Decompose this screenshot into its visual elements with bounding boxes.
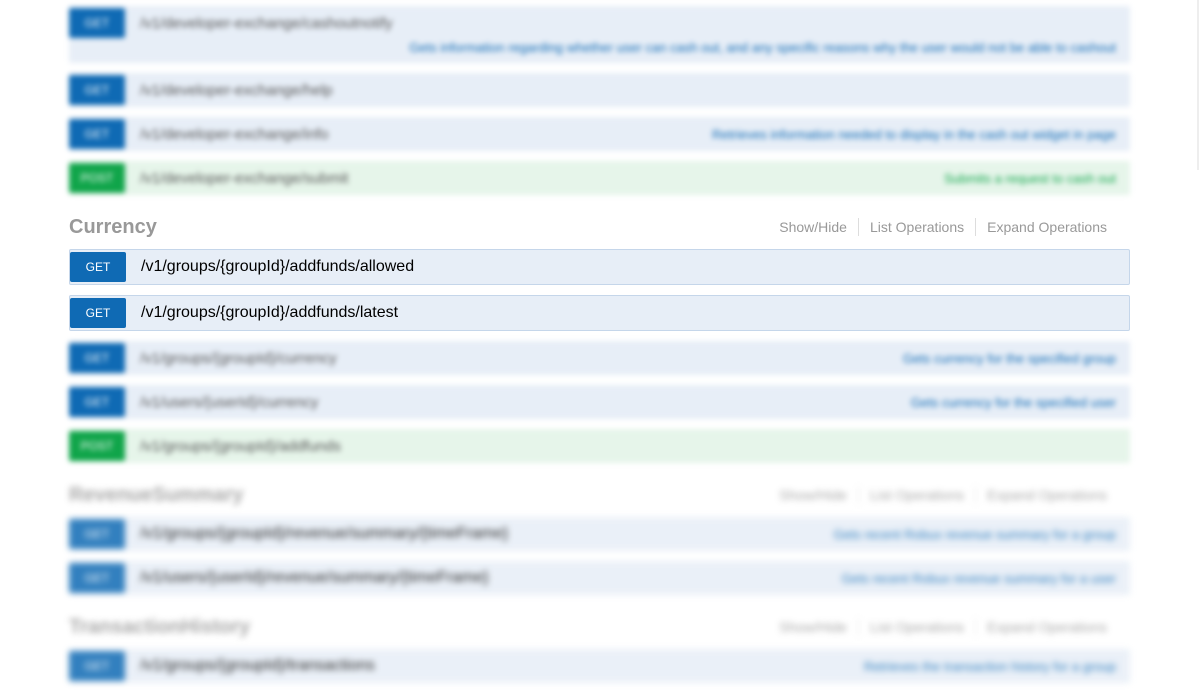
api-docs-page: GET /v1/developer-exchange/cashoutnotify…	[69, 0, 1130, 693]
section-links: Show/Hide List Operations Expand Operati…	[768, 618, 1118, 636]
method-badge-get: GET	[69, 563, 125, 593]
show-hide-link[interactable]: Show/Hide	[768, 487, 858, 503]
operation-description: Gets information regarding whether user …	[409, 40, 1116, 55]
method-badge-post: POST	[69, 163, 125, 193]
operation-path[interactable]: /v1/groups/{groupId}/addfunds	[140, 438, 341, 455]
operation-path[interactable]: /v1/developer-exchange/info	[140, 126, 328, 143]
operation-row[interactable]: POST /v1/groups/{groupId}/addfunds	[69, 429, 1130, 463]
operation-row[interactable]: GET /v1/users/{userId}/revenue/summary/{…	[69, 561, 1130, 595]
operation-summary[interactable]: Submits a request to cash out	[944, 171, 1116, 186]
operation-row[interactable]: GET /v1/developer-exchange/cashoutnotify…	[69, 6, 1130, 63]
operation-path[interactable]: /v1/users/{userId}/currency	[140, 394, 318, 411]
operation-row-addfunds-allowed[interactable]: GET /v1/groups/{groupId}/addfunds/allowe…	[69, 249, 1130, 285]
section-links: Show/Hide List Operations Expand Operati…	[768, 218, 1118, 236]
list-operations-link[interactable]: List Operations	[859, 619, 975, 635]
section-title[interactable]: TransactionHistory	[69, 616, 250, 639]
operation-summary[interactable]: Retrieves information needed to display …	[712, 127, 1116, 142]
method-badge-get: GET	[69, 519, 125, 549]
operation-row[interactable]: GET /v1/groups/{groupId}/revenue/summary…	[69, 517, 1130, 551]
method-badge-get: GET	[70, 298, 126, 328]
section-links: Show/Hide List Operations Expand Operati…	[768, 486, 1118, 504]
section-header-currency: Currency Show/Hide List Operations Expan…	[69, 205, 1130, 249]
section-title[interactable]: Currency	[69, 216, 157, 239]
operation-path[interactable]: /v1/users/{userId}/revenue/summary/{time…	[140, 569, 489, 587]
operation-row[interactable]: POST /v1/developer-exchange/submit Submi…	[69, 161, 1130, 195]
operation-path[interactable]: /v1/developer-exchange/cashoutnotify	[140, 15, 393, 32]
operation-path[interactable]: /v1/groups/{groupId}/addfunds/allowed	[141, 258, 414, 276]
section-title[interactable]: RevenueSummary	[69, 484, 244, 507]
operation-summary[interactable]: Gets currency for the specified group	[903, 351, 1116, 366]
operation-row-addfunds-latest[interactable]: GET /v1/groups/{groupId}/addfunds/latest	[69, 295, 1130, 331]
operation-row[interactable]: GET /v1/groups/{groupId}/transactions Re…	[69, 649, 1130, 683]
method-badge-get: GET	[70, 252, 126, 282]
operation-row[interactable]: GET /v1/developer-exchange/info Retrieve…	[69, 117, 1130, 151]
section-transaction-history: TransactionHistory Show/Hide List Operat…	[69, 605, 1130, 683]
operation-path[interactable]: /v1/developer-exchange/help	[140, 82, 333, 99]
section-revenue-summary: RevenueSummary Show/Hide List Operations…	[69, 473, 1130, 595]
operation-row[interactable]: GET /v1/users/{userId}/currency Gets cur…	[69, 385, 1130, 419]
section-header: TransactionHistory Show/Hide List Operat…	[69, 605, 1130, 649]
method-badge-get: GET	[69, 343, 125, 373]
operation-summary[interactable]: Gets currency for the specified user	[911, 395, 1116, 410]
operation-path[interactable]: /v1/groups/{groupId}/transactions	[140, 657, 375, 675]
list-operations-link[interactable]: List Operations	[859, 219, 975, 235]
operation-summary[interactable]: Gets recent Robux revenue summary for a …	[841, 571, 1116, 586]
expand-operations-link[interactable]: Expand Operations	[976, 219, 1118, 235]
section-developer-exchange: GET /v1/developer-exchange/cashoutnotify…	[69, 0, 1130, 195]
operation-row[interactable]: GET /v1/developer-exchange/help	[69, 73, 1130, 107]
operation-row[interactable]: GET /v1/groups/{groupId}/currency Gets c…	[69, 341, 1130, 375]
method-badge-post: POST	[69, 431, 125, 461]
operation-path[interactable]: /v1/groups/{groupId}/currency	[140, 350, 337, 367]
operation-summary[interactable]: Retrieves the transaction history for a …	[864, 659, 1116, 674]
method-badge-get: GET	[69, 651, 125, 681]
method-badge-get: GET	[69, 387, 125, 417]
operation-summary[interactable]: Gets recent Robux revenue summary for a …	[833, 527, 1116, 542]
operation-path[interactable]: /v1/developer-exchange/submit	[140, 170, 348, 187]
method-badge-get: GET	[69, 8, 125, 38]
method-badge-get: GET	[69, 75, 125, 105]
show-hide-link[interactable]: Show/Hide	[768, 219, 858, 235]
expand-operations-link[interactable]: Expand Operations	[976, 487, 1118, 503]
expand-operations-link[interactable]: Expand Operations	[976, 619, 1118, 635]
operation-path[interactable]: /v1/groups/{groupId}/addfunds/latest	[141, 304, 398, 322]
show-hide-link[interactable]: Show/Hide	[768, 619, 858, 635]
operation-path[interactable]: /v1/groups/{groupId}/revenue/summary/{ti…	[140, 525, 508, 543]
section-header: RevenueSummary Show/Hide List Operations…	[69, 473, 1130, 517]
currency-other-operations: GET /v1/groups/{groupId}/currency Gets c…	[69, 341, 1130, 463]
list-operations-link[interactable]: List Operations	[859, 487, 975, 503]
method-badge-get: GET	[69, 119, 125, 149]
